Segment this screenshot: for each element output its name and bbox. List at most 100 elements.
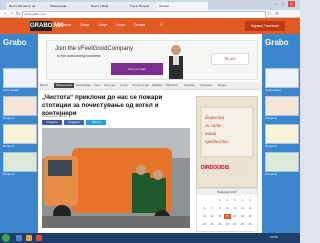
left-label-3: Попусти (3, 144, 15, 148)
category-item[interactable]: Економија (76, 83, 90, 88)
category-item[interactable]: Здравје (184, 83, 195, 88)
side-ad[interactable]: Користи ги сите наши предности DIRDOODIS (196, 96, 258, 188)
start-button[interactable] (2, 234, 10, 242)
calendar-day[interactable]: 22 (216, 222, 223, 227)
nav-link-4[interactable]: Спорт (116, 23, 126, 27)
login-button[interactable]: Најава | Facebook (245, 21, 285, 31)
address-bar: ‹ › ↻ www.grabo.mk | ... ☆ ≡ (0, 10, 300, 19)
calendar-day[interactable]: 12 (247, 206, 254, 211)
calendar-day[interactable]: 18 (239, 214, 246, 219)
calendar-day[interactable] (209, 198, 216, 203)
nav-link-5[interactable]: Огласи (134, 23, 145, 27)
close-icon[interactable]: × (288, 1, 295, 7)
category-nav: Вести Македонија Економија Свет Култура … (38, 82, 262, 90)
side-ad-image: Користи ги сите наши предности (197, 97, 257, 187)
nav-link-1[interactable]: Вести (62, 23, 71, 27)
left-promo-1[interactable] (3, 68, 37, 88)
grabo-logo: Grabo (3, 38, 27, 47)
taskbar: 10:56 (0, 233, 300, 243)
left-sidebar-ad[interactable]: Grabo Сите акции Попусти Попусти Попусти (0, 34, 38, 233)
calendar-day[interactable]: 26 (247, 222, 254, 227)
tab-2[interactable]: Македонија - ... (47, 2, 93, 10)
right-sidebar-ad[interactable]: Grabo Сите акции Попусти Попусти Попусти (262, 34, 300, 233)
category-item[interactable]: Спорт (120, 83, 128, 88)
calendar-day[interactable]: 6 (201, 206, 208, 211)
browser-tabbar: Вести МК вести на... Македонија - ... Ве… (0, 0, 300, 10)
calendar-day[interactable]: 2 (224, 198, 231, 203)
category-item[interactable]: Вести (40, 83, 48, 88)
right-promo-3[interactable] (265, 124, 299, 144)
calendar-day-today[interactable]: 16 (223, 214, 231, 219)
calendar-day[interactable]: 9 (224, 206, 231, 211)
nav-link-3[interactable]: Спорт (98, 23, 108, 27)
banner-ad[interactable]: Join the #FeelGoodCompany in the outsour… (46, 40, 258, 80)
calendar-day[interactable]: 7 (209, 206, 216, 211)
calendar-day[interactable]: 25 (239, 222, 246, 227)
category-item[interactable]: Култура (104, 83, 115, 88)
main-content: Join the #FeelGoodCompany in the outsour… (38, 34, 262, 233)
calendar-widget: Февруари 2017 1 2 3 4 5 6 7 8 9 10 11 12 13 14 15 16 17 1… (196, 188, 258, 232)
maximize-icon[interactable]: □ (280, 1, 287, 7)
calendar-day[interactable]: 19 (247, 214, 254, 219)
back-icon[interactable]: ‹ (2, 11, 8, 17)
article-photo[interactable] (42, 128, 190, 228)
side-ad-brand: DIRDOODIS (201, 163, 249, 173)
right-promo-1[interactable] (265, 68, 299, 88)
calendar-day[interactable]: 5 (247, 198, 254, 203)
calendar-day[interactable]: 24 (231, 222, 238, 227)
folder-icon[interactable] (26, 235, 32, 241)
twitter-share-button[interactable]: Твитни (86, 120, 106, 125)
calendar-day[interactable]: 14 (209, 214, 216, 219)
explorer-icon[interactable] (16, 235, 22, 241)
right-label-3: Попусти (265, 144, 277, 148)
svg-text:предности: предности (205, 140, 228, 145)
calendar-day[interactable]: 17 (231, 214, 238, 219)
category-item[interactable]: Магазин (166, 83, 178, 88)
calendar-day[interactable]: 13 (201, 214, 208, 219)
calendar-day[interactable]: 3 (231, 198, 238, 203)
settings-icon[interactable]: ≡ (274, 11, 280, 17)
facebook-like-button[interactable]: Сподели (64, 120, 84, 125)
calendar-day[interactable]: 21 (209, 222, 216, 227)
category-item[interactable]: Видео (218, 83, 227, 88)
right-promo-4[interactable] (265, 152, 299, 172)
left-promo-4[interactable] (3, 152, 37, 172)
category-item[interactable]: Хроника (200, 83, 212, 88)
minimize-icon[interactable]: – (272, 1, 279, 7)
reload-icon[interactable]: ↻ (15, 11, 21, 17)
calendar-day[interactable]: 15 (216, 214, 223, 219)
calendar-day[interactable]: 1 (216, 198, 223, 203)
category-item[interactable]: Забава (152, 83, 162, 88)
calendar-day[interactable]: 10 (231, 206, 238, 211)
left-label-4: Попусти (3, 172, 15, 176)
star-icon[interactable]: ☆ (266, 11, 272, 17)
svg-text:Користи: Користи (204, 116, 224, 121)
tab-5-active[interactable]: Огласи (156, 2, 208, 10)
right-promo-2[interactable] (265, 96, 299, 116)
chrome-icon[interactable] (36, 235, 42, 241)
right-label-1: Сите акции (265, 88, 281, 92)
category-item-active[interactable]: Македонија (54, 83, 75, 88)
left-promo-2[interactable] (3, 96, 37, 116)
search-icon[interactable]: ⌕ (160, 22, 163, 28)
calendar-day[interactable] (201, 198, 208, 203)
category-item[interactable]: Свет (94, 83, 101, 88)
calendar-day[interactable]: 4 (239, 198, 246, 203)
svg-text:ги сите: ги сите (205, 124, 222, 129)
ad-cta[interactable]: Join our team (111, 63, 163, 75)
share-buttons: Сподели Сподели Твитни (42, 120, 182, 125)
ad-brand-logo: TELUS (211, 53, 249, 65)
svg-text:наши: наши (205, 132, 217, 137)
category-item[interactable]: Технологија (132, 83, 149, 88)
calendar-day[interactable]: 20 (201, 222, 208, 227)
tab-1[interactable]: Вести МК вести на... (6, 2, 52, 10)
calendar-day[interactable]: 8 (216, 206, 223, 211)
site-header: GRABO.MK Вести Спорт Спорт Спорт Огласи … (0, 18, 300, 34)
calendar-day[interactable]: 23 (224, 222, 231, 227)
site-logo[interactable]: GRABO.MK (30, 21, 63, 31)
calendar-day[interactable]: 11 (239, 206, 246, 211)
nav-link-2[interactable]: Спорт (80, 23, 90, 27)
left-promo-3[interactable] (3, 124, 37, 144)
tab-3[interactable]: Вести | МКД ... (88, 2, 132, 10)
facebook-share-button[interactable]: Сподели (42, 120, 62, 125)
